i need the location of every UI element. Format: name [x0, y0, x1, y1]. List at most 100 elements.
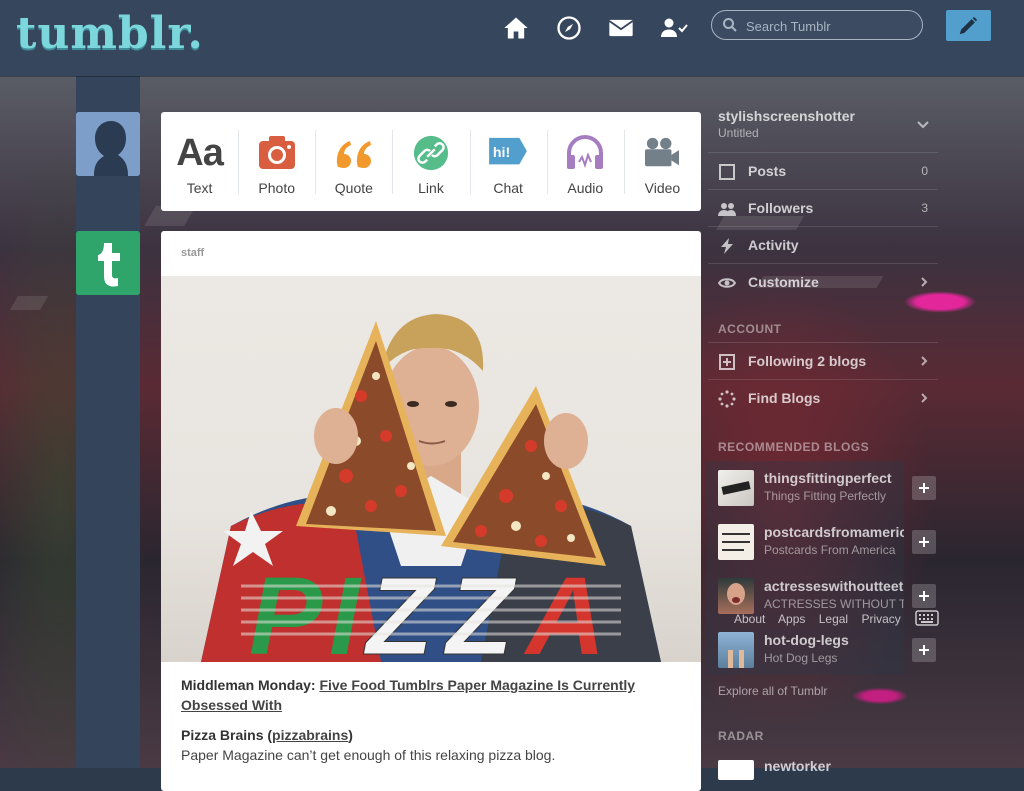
followers-icon — [718, 203, 736, 216]
home-icon[interactable] — [502, 14, 530, 42]
post-author[interactable]: staff — [181, 247, 204, 259]
account-section-title: ACCOUNT — [718, 322, 782, 336]
pencil-icon — [959, 16, 978, 35]
blog-thumbnail — [718, 578, 754, 614]
recommended-blog-name: thingsfittingperfect — [764, 470, 892, 486]
svg-text:hi!: hi! — [493, 145, 510, 161]
chat-icon: hi! — [470, 128, 547, 178]
post-type-link[interactable]: Link — [392, 112, 469, 211]
compose-post-button[interactable] — [946, 10, 991, 41]
footer-link-about[interactable]: About — [734, 612, 765, 626]
plus-icon — [919, 483, 929, 493]
post-type-label: Link — [418, 180, 444, 196]
sidebar-item-find-blogs[interactable]: Find Blogs — [708, 379, 938, 417]
recommended-blog-name: postcardsfromamerica — [764, 524, 904, 540]
recommended-blog[interactable]: hot-dog-legs Hot Dog Legs — [718, 632, 938, 682]
recommended-blog[interactable]: thingsfittingperfect Things Fitting Perf… — [718, 470, 938, 520]
footer-link-apps[interactable]: Apps — [778, 612, 805, 626]
post-type-label: Photo — [258, 180, 295, 196]
activity-icon — [721, 238, 733, 254]
link-icon — [392, 128, 469, 178]
sidebar-item-activity[interactable]: Activity — [708, 226, 938, 264]
recommended-blog[interactable]: postcardsfromamerica Postcards From Amer… — [718, 524, 938, 574]
explore-icon[interactable] — [555, 14, 583, 42]
recommended-blog-desc: ACTRESSES WITHOUT TEETH — [764, 597, 904, 611]
blog-thumbnail — [718, 632, 754, 668]
post-type-bar: Aa Text Photo Quote Link hi! Chat Audio — [161, 112, 701, 211]
follow-button[interactable] — [912, 638, 936, 662]
post-type-label: Quote — [334, 180, 373, 196]
post-type-photo[interactable]: Photo — [238, 112, 315, 211]
keyboard-icon[interactable] — [915, 610, 939, 626]
follow-button[interactable] — [912, 530, 936, 554]
post-photo[interactable]: P I Z Z A — [161, 276, 701, 662]
user-avatar[interactable] — [76, 112, 140, 176]
post-item-suffix: ) — [348, 727, 353, 743]
blog-name: stylishscreenshotter — [718, 108, 855, 124]
explore-all-link[interactable]: Explore all of Tumblr — [718, 684, 827, 698]
post-item-desc: Paper Magazine can’t get enough of this … — [181, 747, 556, 763]
find-blogs-icon — [718, 390, 736, 408]
follow-button[interactable] — [912, 476, 936, 500]
quote-icon — [315, 128, 392, 178]
post-body: Middleman Monday: Five Food Tumblrs Pape… — [181, 675, 681, 775]
post-item-link[interactable]: pizzabrains — [272, 727, 348, 743]
post-type-text[interactable]: Aa Text — [161, 112, 238, 211]
chevron-right-icon — [921, 277, 928, 287]
sidebar-item-label: Posts — [748, 163, 787, 179]
headphones-icon — [547, 128, 624, 178]
chevron-right-icon — [921, 393, 928, 403]
post-type-label: Chat — [493, 180, 523, 196]
staff-avatar[interactable] — [76, 231, 140, 295]
left-avatar-column — [76, 76, 140, 768]
plus-icon — [919, 537, 929, 547]
posts-icon — [719, 164, 735, 180]
radar-blog-name: newtorker — [764, 758, 831, 774]
recommended-blog-desc: Hot Dog Legs — [764, 651, 838, 665]
follow-button[interactable] — [912, 584, 936, 608]
plus-icon — [919, 645, 929, 655]
blog-header[interactable]: stylishscreenshotter Untitled — [718, 108, 938, 148]
sidebar-item-customize[interactable]: Customize — [708, 263, 938, 301]
sidebar-item-label: Activity — [748, 237, 799, 253]
search-icon — [723, 18, 737, 32]
chevron-down-icon — [917, 121, 929, 129]
tumblr-logo[interactable]: tumblr. — [16, 8, 204, 59]
plus-icon — [919, 591, 929, 601]
footer-link-legal[interactable]: Legal — [819, 612, 848, 626]
text-icon: Aa — [176, 131, 224, 174]
recommended-blog-name: actresseswithoutteeth — [764, 578, 904, 594]
blog-subtitle: Untitled — [718, 126, 759, 140]
radar-thumbnail — [718, 760, 754, 780]
post-type-chat[interactable]: hi! Chat — [469, 112, 547, 211]
sidebar-item-label: Following 2 blogs — [748, 353, 867, 369]
video-camera-icon — [624, 128, 701, 178]
sidebar-item-following[interactable]: Following 2 blogs — [708, 342, 938, 380]
post-type-label: Text — [186, 180, 213, 196]
sidebar-item-posts[interactable]: Posts 0 — [708, 152, 938, 190]
sidebar-item-label: Followers — [748, 200, 814, 216]
footer-links: About Apps Legal Privacy — [734, 612, 911, 626]
footer-link-privacy[interactable]: Privacy — [861, 612, 900, 626]
post-title-prefix: Middleman Monday: — [181, 677, 316, 693]
sidebar-item-followers[interactable]: Followers 3 — [708, 189, 938, 227]
post-type-quote[interactable]: Quote — [315, 112, 392, 211]
search-bar[interactable] — [711, 10, 923, 40]
blog-thumbnail — [718, 470, 754, 506]
followers-count: 3 — [921, 201, 928, 215]
radar-post[interactable]: newtorker — [718, 758, 918, 780]
post-type-audio[interactable]: Audio — [546, 112, 624, 211]
post-type-video[interactable]: Video — [623, 112, 701, 211]
dashboard-post: staff I Z Z Middleman Monday: Five Food … — [161, 231, 701, 791]
top-navigation-bar: tumblr. — [0, 0, 1024, 76]
posts-count: 0 — [921, 164, 928, 178]
sidebar-item-label: Customize — [748, 274, 819, 290]
bg-detail — [9, 296, 49, 310]
recommended-blog-desc: Things Fitting Perfectly — [764, 489, 887, 503]
pizza-man-illustration: P I Z Z A — [201, 314, 661, 662]
inbox-icon[interactable] — [607, 14, 635, 42]
account-icon[interactable] — [660, 14, 688, 42]
post-item-name: Pizza Brains ( — [181, 727, 273, 743]
search-input[interactable] — [744, 15, 918, 37]
post-type-label: Audio — [567, 180, 604, 196]
